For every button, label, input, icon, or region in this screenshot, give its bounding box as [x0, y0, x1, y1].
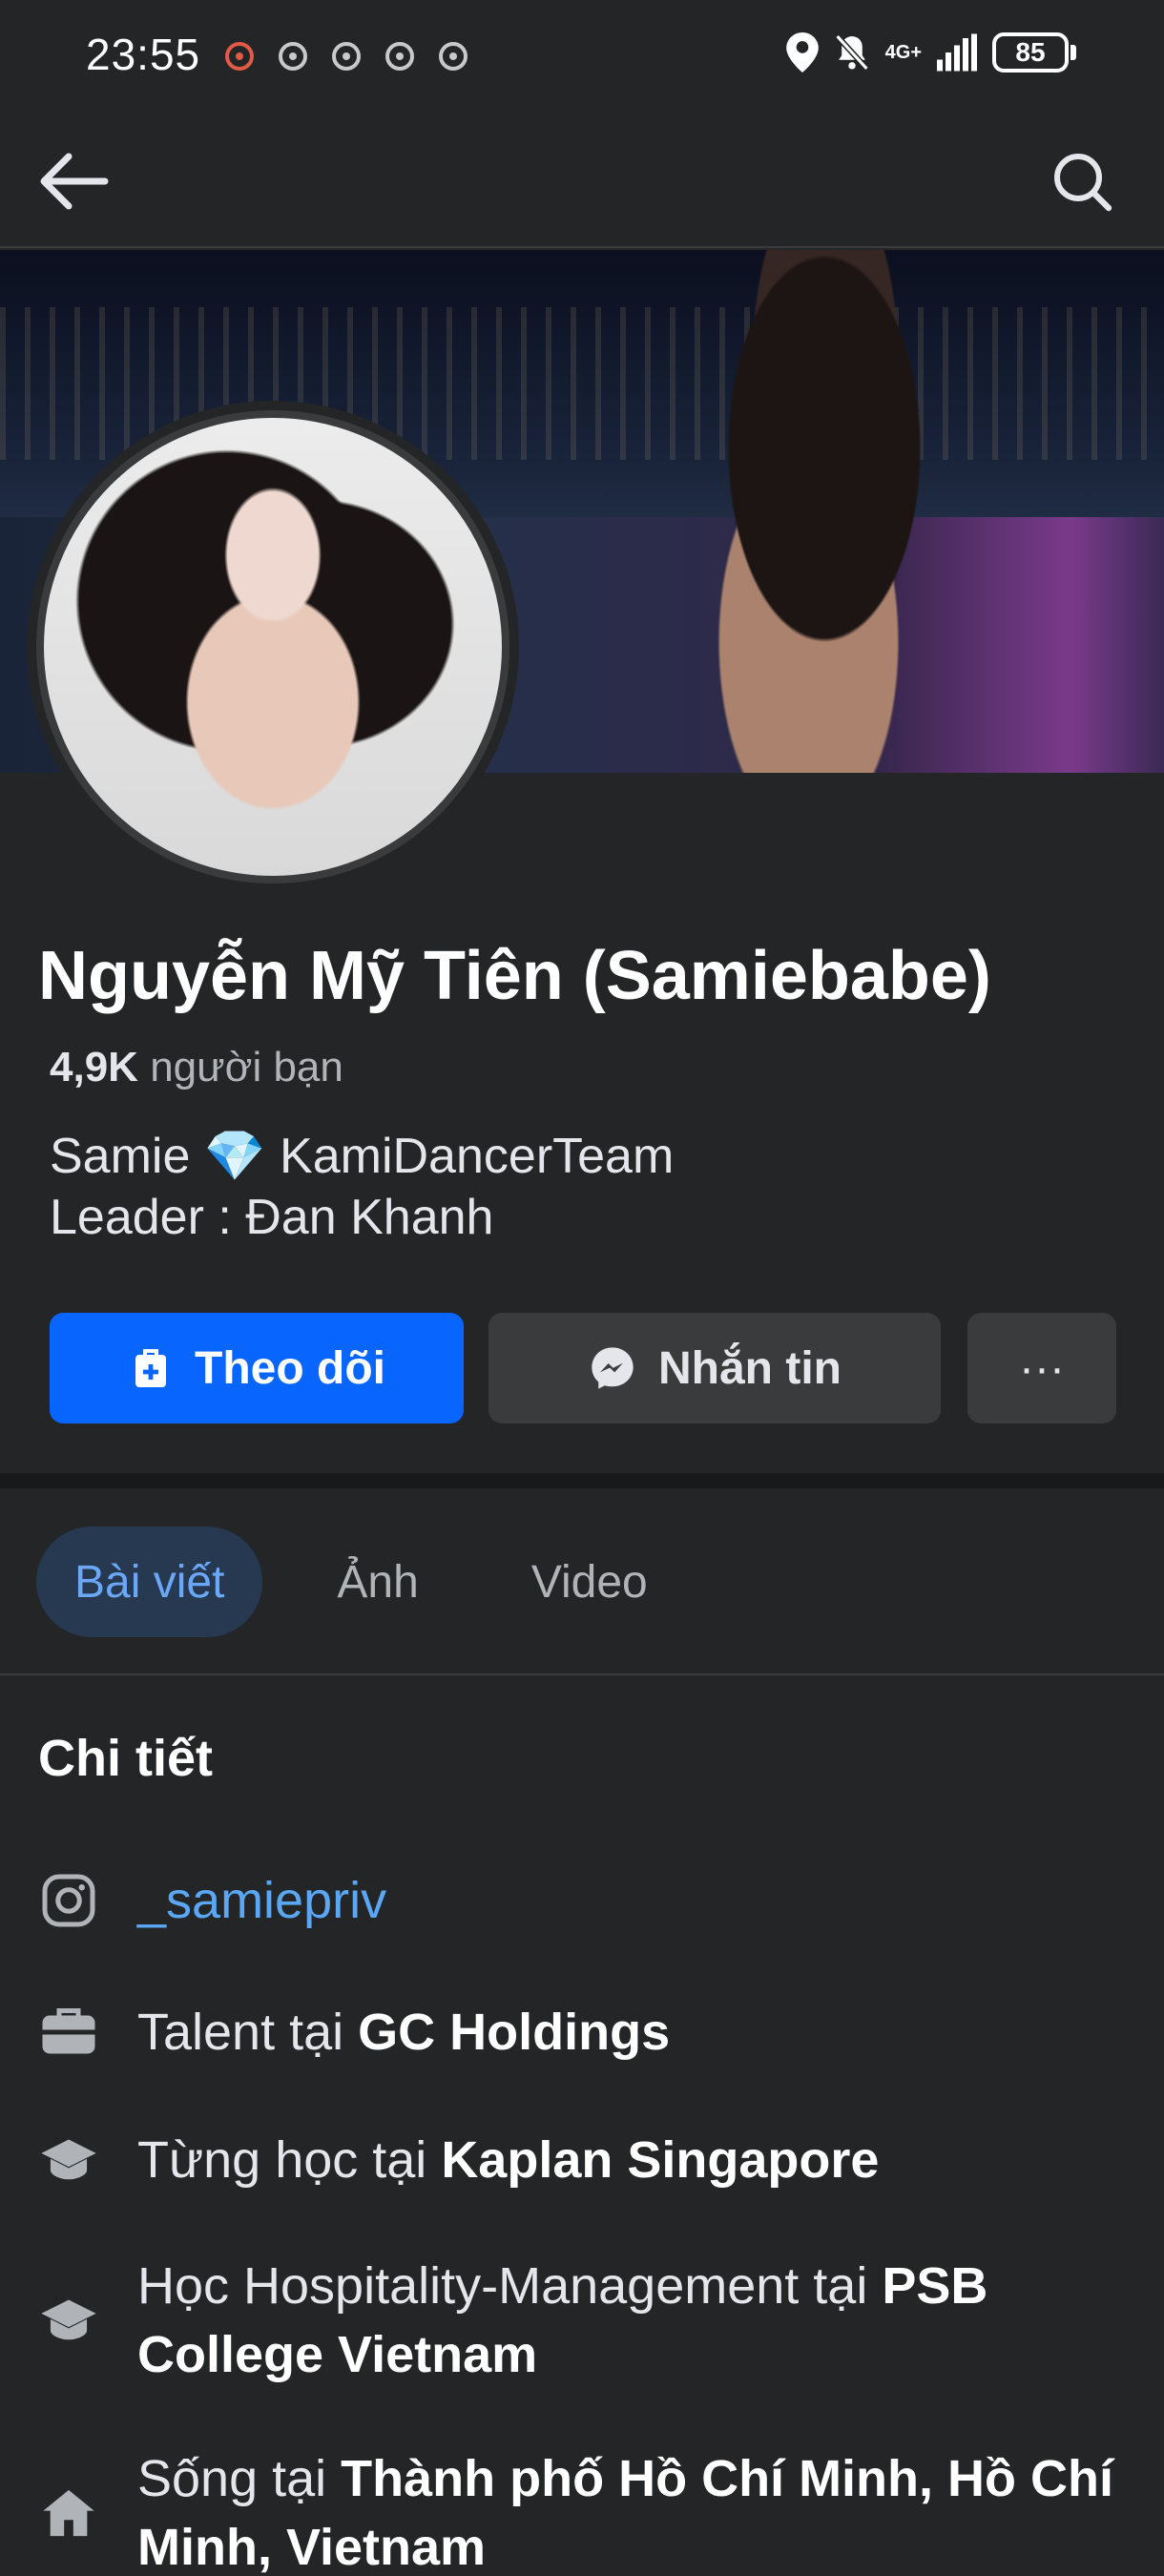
- work-text: Talent tại GC Holdings: [137, 1998, 670, 2067]
- details-title: Chi tiết: [38, 1730, 213, 1787]
- graduation-cap-icon: [38, 2290, 99, 2351]
- tab-videos[interactable]: Video: [493, 1527, 686, 1637]
- friends-count[interactable]: 4,9K người bạn: [50, 1044, 343, 1091]
- education-text: Từng học tại Kaplan Singapore: [137, 2126, 879, 2194]
- detail-education: Từng học tại Kaplan Singapore: [38, 2126, 1135, 2194]
- search-icon: [1054, 154, 1112, 212]
- bio-line: Samie 💎 KamiDancerTeam: [50, 1129, 675, 1184]
- cover-person-hair: [725, 250, 973, 746]
- profile-tabs: Bài viết Ảnh Video: [36, 1527, 686, 1637]
- education-place[interactable]: Kaplan Singapore: [441, 2131, 879, 2189]
- profile-name: Nguyễn Mỹ Tiên (Samiebabe): [38, 938, 991, 1014]
- arrow-left-icon: [40, 153, 109, 210]
- top-nav: [0, 113, 1164, 248]
- follow-label: Theo dõi: [195, 1342, 385, 1394]
- bio-line: Leader : Đan Khanh: [50, 1190, 494, 1245]
- notification-icon: [225, 42, 254, 71]
- detail-instagram: _samiepriv: [38, 1870, 1135, 1931]
- location-icon: [785, 32, 819, 73]
- notification-icon: [332, 42, 361, 71]
- work-place[interactable]: GC Holdings: [358, 2004, 670, 2061]
- profile-avatar[interactable]: [27, 401, 519, 893]
- message-label: Nhắn tin: [658, 1342, 842, 1394]
- search-button[interactable]: [1048, 147, 1116, 216]
- message-button[interactable]: Nhắn tin: [488, 1313, 941, 1423]
- notification-icons: [225, 42, 468, 71]
- status-bar: 23:55 4G+ 85: [0, 0, 1164, 113]
- instagram-icon: [38, 1870, 99, 1931]
- battery-indicator: 85: [992, 32, 1076, 73]
- tabs-divider: [0, 1673, 1164, 1675]
- avatar-image: [36, 410, 509, 883]
- more-icon: ···: [1019, 1342, 1065, 1394]
- notification-icon: [385, 42, 414, 71]
- tab-posts[interactable]: Bài viết: [36, 1527, 263, 1637]
- friends-number: 4,9K: [50, 1044, 138, 1091]
- network-type: 4G+: [884, 42, 922, 63]
- instagram-link[interactable]: _samiepriv: [137, 1871, 386, 1930]
- education-major-prefix: Học Hospitality-Management tại: [137, 2257, 883, 2315]
- notification-icon: [279, 42, 307, 71]
- mute-bell-icon: [834, 34, 869, 71]
- lives-in-text: Sống tại Thành phố Hồ Chí Minh, Hồ Chí M…: [137, 2444, 1135, 2576]
- profile-bio: Samie 💎 KamiDancerTeam Leader : Đan Khan…: [50, 1126, 1004, 1248]
- education-prefix: Từng học tại: [137, 2131, 442, 2189]
- briefcase-icon: [38, 2002, 99, 2063]
- follow-button[interactable]: Theo dõi: [50, 1313, 464, 1423]
- graduation-cap-icon: [38, 2129, 99, 2191]
- detail-education-major: Học Hospitality-Management tại PSB Colle…: [38, 2252, 1135, 2389]
- detail-work: Talent tại GC Holdings: [38, 1998, 1135, 2067]
- status-time: 23:55: [86, 30, 201, 79]
- section-divider: [0, 1473, 1164, 1488]
- battery-level: 85: [992, 32, 1069, 73]
- signal-icon: [937, 33, 977, 72]
- work-prefix: Talent tại: [137, 2004, 359, 2061]
- home-icon: [38, 2483, 99, 2544]
- friends-label: người bạn: [150, 1044, 343, 1091]
- notification-icon: [439, 42, 468, 71]
- lives-in-prefix: Sống tại: [137, 2450, 342, 2507]
- more-options-button[interactable]: ···: [967, 1313, 1116, 1423]
- detail-lives-in: Sống tại Thành phố Hồ Chí Minh, Hồ Chí M…: [38, 2444, 1135, 2576]
- education-major-text: Học Hospitality-Management tại PSB Colle…: [137, 2252, 1135, 2389]
- messenger-icon: [592, 1347, 634, 1389]
- follow-user-icon: [135, 1349, 167, 1387]
- tab-photos[interactable]: Ảnh: [299, 1527, 456, 1637]
- system-icons: 4G+ 85: [785, 32, 1076, 73]
- back-button[interactable]: [36, 147, 113, 216]
